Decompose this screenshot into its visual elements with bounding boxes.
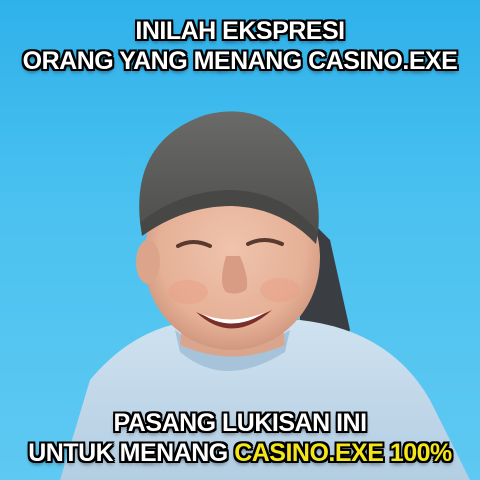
meme-image: INILAH EKSPRESI ORANG YANG MENANG CASINO… [0,0,480,480]
bottom-caption-line-2: UNTUK MENANG CASINO.EXE 100% [0,438,480,468]
bottom-caption-prefix: UNTUK MENANG [28,439,235,467]
top-caption-line-2: ORANG YANG MENANG CASINO.EXE [22,47,458,75]
bottom-caption-highlight: CASINO.EXE 100% [234,439,452,467]
bottom-caption-line-1: PASANG LUKISAN INI [113,409,367,437]
left-ear [136,240,160,284]
top-caption-line-1: INILAH EKSPRESI [135,17,345,45]
left-cheek [168,280,208,304]
bottom-caption: PASANG LUKISAN INI UNTUK MENANG CASINO.E… [0,408,480,468]
right-cheek [260,278,300,302]
top-caption: INILAH EKSPRESI ORANG YANG MENANG CASINO… [0,16,480,76]
